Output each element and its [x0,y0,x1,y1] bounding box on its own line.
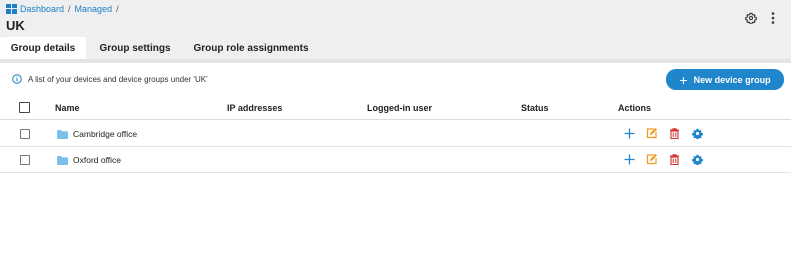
row-checkbox[interactable] [20,129,30,139]
page-header: Dashboard / Managed / UK [0,0,791,37]
folder-icon [57,155,68,165]
info-text: A list of your devices and device groups… [28,74,208,84]
name-cell: Oxford office [57,155,121,165]
column-header-actions: Actions [618,103,652,113]
tab-group-details[interactable]: Group details [0,37,86,59]
tab-group-role-assignments[interactable]: Group role assignments [184,37,318,59]
tab-bar: Group details Group settings Group role … [0,37,318,59]
add-icon[interactable] [624,128,635,139]
column-header-name[interactable]: Name [55,103,80,113]
plus-icon: + [679,71,688,88]
name-cell: Cambridge office [57,129,137,139]
new-device-group-label: New device group [693,74,771,85]
row-name[interactable]: Oxford office [73,155,121,165]
table-row[interactable]: Cambridge office [0,121,791,147]
breadcrumb-dashboard[interactable]: Dashboard [20,4,64,14]
tab-group-settings[interactable]: Group settings [88,37,182,59]
info-message: A list of your devices and device groups… [12,74,208,84]
delete-icon[interactable] [669,154,680,165]
column-header-status[interactable]: Status [521,103,549,113]
new-device-group-button[interactable]: + New device group [666,69,784,90]
select-all-checkbox[interactable] [19,102,30,113]
add-icon[interactable] [624,154,635,165]
row-checkbox[interactable] [20,155,30,165]
breadcrumb-separator: / [116,4,119,14]
page-title: UK [6,18,25,33]
row-name[interactable]: Cambridge office [73,129,137,139]
content-panel: A list of your devices and device groups… [0,59,791,278]
info-icon [12,74,22,84]
delete-icon[interactable] [669,128,680,139]
column-header-ip-addresses[interactable]: IP addresses [227,103,282,113]
breadcrumb: Dashboard / Managed / [6,4,123,14]
dashboard-icon [6,4,17,14]
folder-icon [57,129,68,139]
breadcrumb-separator: / [68,4,71,14]
settings-icon[interactable] [692,128,703,139]
edit-icon[interactable] [646,128,657,139]
table-row[interactable]: Oxford office [0,147,791,173]
kebab-menu-icon[interactable] [767,11,779,25]
table-header: Name IP addresses Logged-in user Status … [0,96,791,120]
edit-icon[interactable] [646,154,657,165]
breadcrumb-managed[interactable]: Managed [75,4,113,14]
settings-icon[interactable] [692,154,703,165]
gear-icon[interactable] [745,12,757,24]
column-header-logged-in-user[interactable]: Logged-in user [367,103,432,113]
